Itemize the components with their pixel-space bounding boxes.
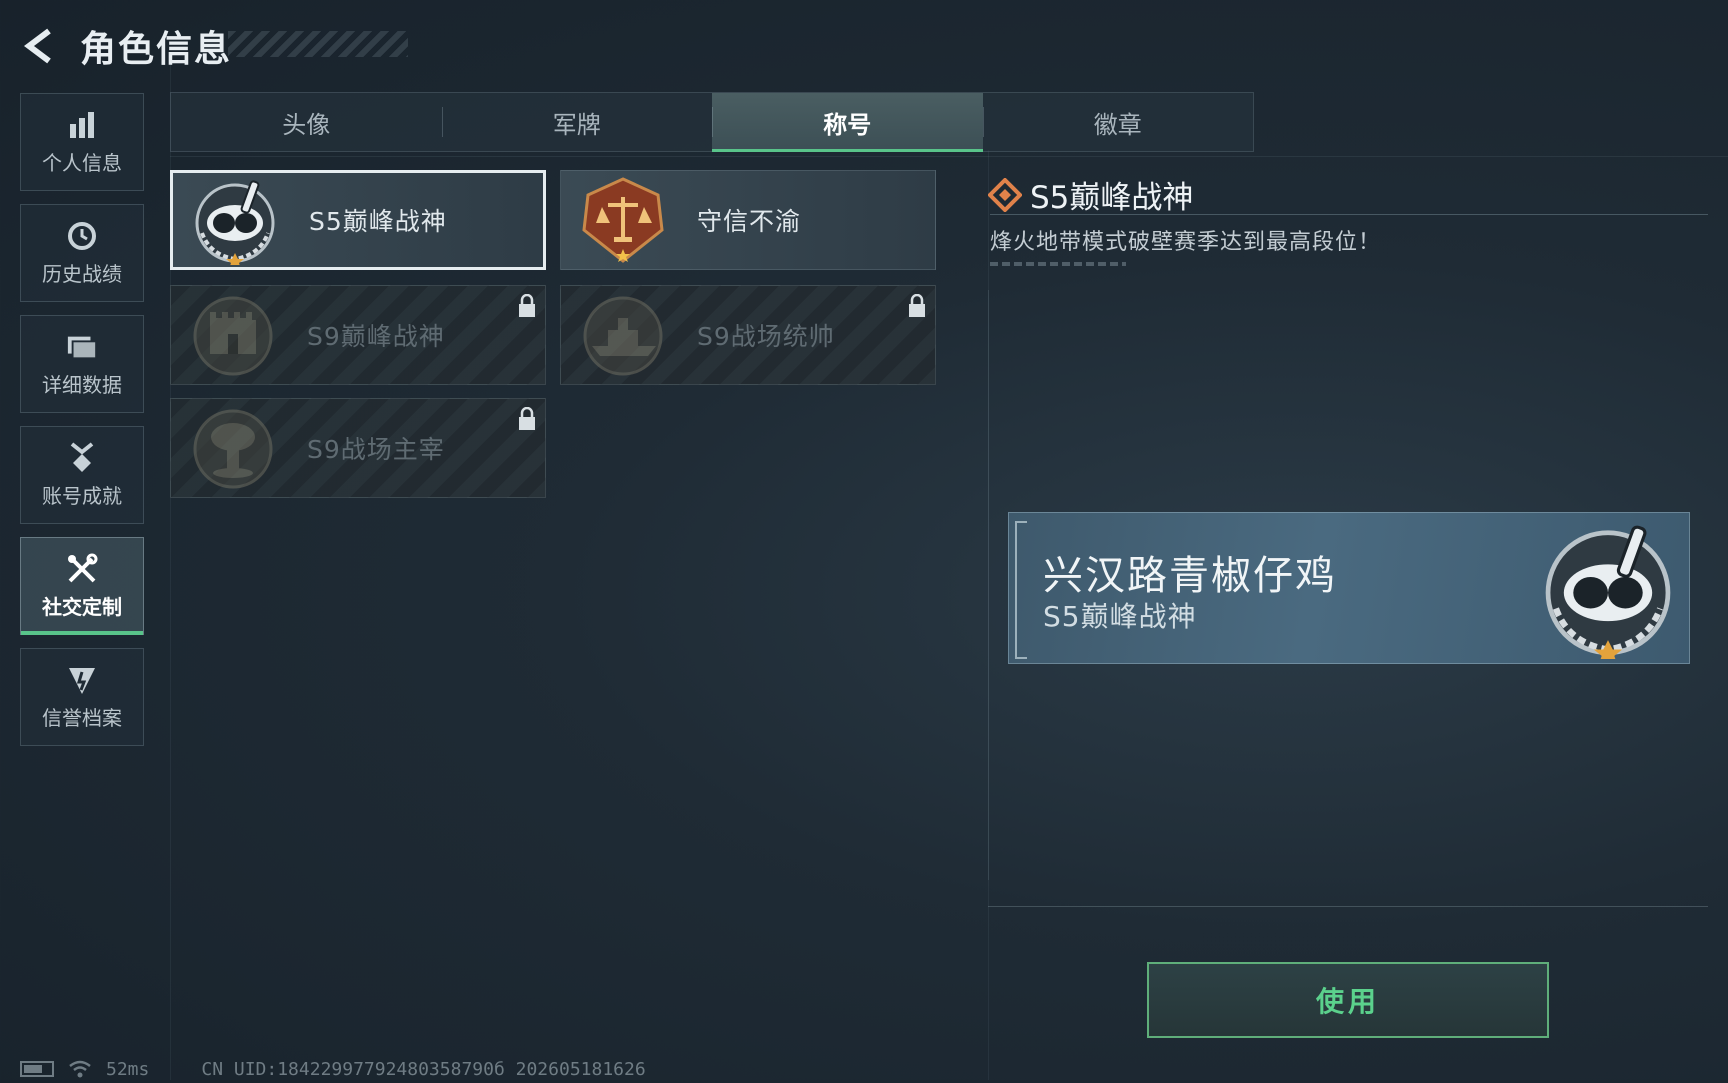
title-card-label: 守信不渝 <box>697 207 802 236</box>
header-decoration <box>228 31 408 57</box>
tab-badge[interactable]: 徽章 <box>982 93 1254 151</box>
use-button-label: 使用 <box>1315 985 1380 1018</box>
title-preview-card: 兴汉路青椒仔鸡 S5巅峰战神 <box>1008 512 1690 666</box>
shield-icon <box>66 664 98 696</box>
divider <box>990 214 1708 215</box>
tab-dogtag[interactable]: 军牌 <box>441 93 713 151</box>
tab-avatar[interactable]: 头像 <box>171 93 442 151</box>
tab-title[interactable]: 称号 <box>712 93 983 152</box>
decoration-dots <box>990 262 1126 266</box>
detail-header: S5巅峰战神 <box>987 172 1194 217</box>
battery-icon <box>20 1061 54 1077</box>
tools-icon <box>66 553 98 585</box>
sidebar-item-detailed-data[interactable]: 详细数据 <box>20 315 144 413</box>
folder-icon <box>66 331 98 363</box>
uid-readout: CN UID:18422997792480358790б 20260518162… <box>201 1058 646 1080</box>
detail-title: S5巅峰战神 <box>1030 180 1194 216</box>
detail-description: 烽火地带模式破壁赛季达到最高段位！ <box>990 230 1382 255</box>
sidebar-item-achievements[interactable]: 账号成就 <box>20 426 144 524</box>
clock-icon <box>66 220 98 252</box>
lock-icon <box>517 293 539 320</box>
sidebar-item-history[interactable]: 历史战绩 <box>20 204 144 302</box>
sidebar-item-reputation[interactable]: 信誉档案 <box>20 648 144 746</box>
sidebar-item-label: 账号成就 <box>42 483 122 508</box>
sidebar-item-personal-info[interactable]: 个人信息 <box>20 93 144 191</box>
use-button[interactable]: 使用 <box>1147 962 1549 1038</box>
bar-chart-icon <box>66 109 98 141</box>
diver-mask-emblem-icon <box>189 174 281 266</box>
title-card-s9-commander[interactable]: S9战场统帅 <box>560 285 936 385</box>
page-title: 角色信息 <box>80 29 233 70</box>
sidebar-item-label: 历史战绩 <box>42 261 122 286</box>
mushroom-cloud-emblem-icon <box>187 402 279 494</box>
divider <box>988 906 1708 907</box>
wifi-icon <box>68 1060 92 1078</box>
sidebar-item-social-customization[interactable]: 社交定制 <box>20 537 144 635</box>
back-arrow-icon[interactable] <box>20 26 58 66</box>
title-card-s9-dominator[interactable]: S9战场主宰 <box>170 398 546 498</box>
lock-icon <box>517 406 539 433</box>
header: 角色信息 <box>20 22 232 70</box>
fortress-emblem-icon <box>187 289 279 381</box>
tab-bar: 头像 军牌 称号 徽章 <box>170 92 1254 152</box>
title-card-label: S9巅峰战神 <box>307 322 445 351</box>
title-card-keep-faith[interactable]: 守信不渝 <box>560 170 936 270</box>
scales-emblem-icon <box>577 174 669 266</box>
diver-mask-emblem-icon <box>1537 517 1679 666</box>
title-card-label: S9战场统帅 <box>697 322 835 351</box>
diamond-icon <box>987 176 1023 213</box>
title-card-s5-peak[interactable]: S5巅峰战神 <box>170 170 546 270</box>
title-card-label: S5巅峰战神 <box>309 207 447 236</box>
title-card-s9-peak[interactable]: S9巅峰战神 <box>170 285 546 385</box>
ping-readout: 52ms <box>106 1058 150 1080</box>
sidebar-item-label: 详细数据 <box>42 372 122 397</box>
medal-icon <box>66 441 98 474</box>
title-card-label: S9战场主宰 <box>307 435 445 464</box>
sidebar-item-label: 社交定制 <box>42 594 122 619</box>
grid-line <box>170 156 1728 157</box>
sidebar-item-label: 个人信息 <box>42 150 122 175</box>
player-name: 兴汉路青椒仔鸡 <box>1043 553 1337 599</box>
preview-title: S5巅峰战神 <box>1043 600 1197 633</box>
sidebar: 个人信息 历史战绩 详细数据 账号成就 社交定制 信誉档案 <box>20 93 144 759</box>
sidebar-item-label: 信誉档案 <box>42 705 122 730</box>
lock-icon <box>907 293 929 320</box>
warship-emblem-icon <box>577 289 669 381</box>
status-bar: 52ms CN UID:18422997792480358790б 202605… <box>20 1058 646 1080</box>
